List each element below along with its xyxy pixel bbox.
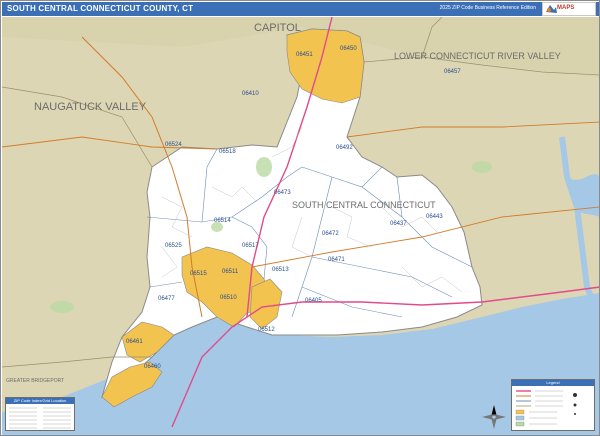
edition-label: 2025 ZIP Code Business Reference Edition <box>439 5 536 11</box>
zip-label-06510[interactable]: 06510 <box>220 295 237 301</box>
legend-title: Legend <box>512 380 594 386</box>
zip-label-06524[interactable]: 06524 <box>165 142 182 148</box>
zip-label-06437[interactable]: 06437 <box>390 221 407 227</box>
zip-label-06492[interactable]: 06492 <box>336 145 353 151</box>
index-title: ZIP Code Index/Grid Location <box>6 398 74 404</box>
region-label-south-central: SOUTH CENTRAL CONNECTICUT <box>292 200 436 210</box>
zip-label-06514[interactable]: 06514 <box>214 218 231 224</box>
zip-label-06512[interactable]: 06512 <box>258 327 275 333</box>
zip-label-06410[interactable]: 06410 <box>242 91 259 97</box>
zip-label-06450[interactable]: 06450 <box>340 46 357 52</box>
zip-label-06451[interactable]: 06451 <box>296 52 313 58</box>
legend-panel: Legend <box>511 379 595 431</box>
zip-label-06518[interactable]: 06518 <box>219 149 236 155</box>
zip-label-06472[interactable]: 06472 <box>322 231 339 237</box>
map-canvas[interactable]: CAPITOL LOWER CONNECTICUT RIVER VALLEY N… <box>2 17 599 435</box>
zip-label-06525[interactable]: 06525 <box>165 243 182 249</box>
region-label-lower-ct-river: LOWER CONNECTICUT RIVER VALLEY <box>394 51 561 61</box>
map-frame: SOUTH CENTRAL CONNECTICUT COUNTY, CT 202… <box>0 0 600 436</box>
logo-map-icon <box>546 5 557 13</box>
zip-label-06477[interactable]: 06477 <box>158 296 175 302</box>
zip-label-06405[interactable]: 06405 <box>305 298 322 304</box>
zip-label-06471[interactable]: 06471 <box>328 257 345 263</box>
zip-label-06443[interactable]: 06443 <box>426 214 443 220</box>
zip-label-06457[interactable]: 06457 <box>444 69 461 75</box>
title-bar: SOUTH CENTRAL CONNECTICUT COUNTY, CT 202… <box>2 2 599 16</box>
zip-index-table: ZIP Code Index/Grid Location <box>5 397 75 431</box>
zip-label-06473[interactable]: 06473 <box>274 190 291 196</box>
zip-label-06511[interactable]: 06511 <box>222 269 239 275</box>
zip-label-06460[interactable]: 06460 <box>144 364 161 370</box>
map-svg: CAPITOL LOWER CONNECTICUT RIVER VALLEY N… <box>2 17 599 435</box>
zip-label-06517[interactable]: 06517 <box>242 243 259 249</box>
zip-label-06461[interactable]: 06461 <box>126 339 143 345</box>
publisher-logo: MAPS <box>542 2 596 16</box>
zip-label-06515[interactable]: 06515 <box>190 271 207 277</box>
legend-swatches <box>515 390 577 427</box>
region-label-capitol: CAPITOL <box>254 22 301 34</box>
map-title: SOUTH CENTRAL CONNECTICUT COUNTY, CT <box>7 4 194 13</box>
region-label-greater-bridgeport: GREATER BRIDGEPORT <box>6 378 64 384</box>
region-label-naugatuck: NAUGATUCK VALLEY <box>34 101 147 113</box>
index-rows <box>9 407 71 429</box>
zip-label-06513[interactable]: 06513 <box>272 267 289 273</box>
